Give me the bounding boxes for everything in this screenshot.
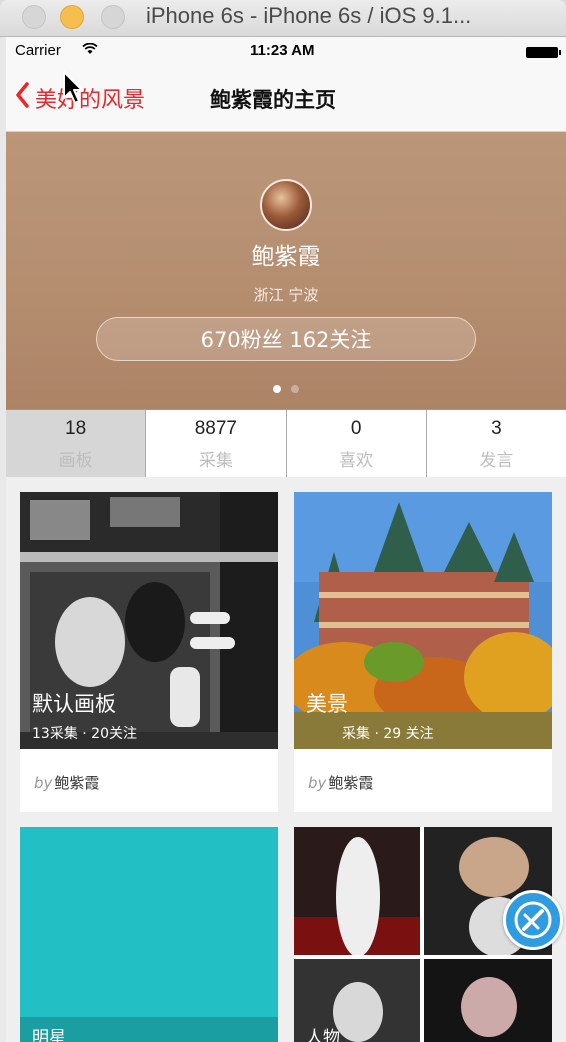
board-grid: 默认画板 13采集 · 20关注 by 鲍紫霞 美景 采集 · 29 关注 by…: [6, 477, 566, 1042]
pointer-cursor-icon: [62, 70, 86, 110]
device-screen: Carrier 11:23 AM 美好的风景 鲍紫霞的主页 鲍紫霞 浙江 宁波 …: [6, 37, 566, 1042]
page-title: 鲍紫霞的主页: [210, 88, 336, 112]
board-owner: by 鲍紫霞: [308, 772, 373, 793]
board-title: 明星: [32, 1028, 66, 1042]
follow-count-button[interactable]: 670粉丝 162关注: [96, 317, 476, 361]
stat-label: 采集: [198, 451, 233, 471]
simulator-window: iPhone 6s - iPhone 6s / iOS 9.1... Carri…: [0, 0, 566, 1042]
edit-fab-icon: [506, 901, 560, 951]
stat-value: 8877: [194, 418, 238, 439]
battery-icon: [526, 47, 561, 58]
board-owner: by 鲍紫霞: [34, 772, 99, 793]
board-stats: 采集 · 29 关注: [342, 726, 434, 742]
profile-name: 鲍紫霞: [251, 244, 321, 270]
profile-header[interactable]: 鲍紫霞 浙江 宁波 670粉丝 162关注: [6, 132, 566, 409]
board-cover-image: [20, 827, 278, 1042]
stat-likes-tab[interactable]: 0 喜欢: [285, 410, 426, 477]
stat-label: 喜欢: [339, 451, 374, 471]
by-label: by: [34, 774, 53, 792]
stats-bar: 18 画板 8877 采集 0 喜欢 3 发言: [6, 409, 566, 478]
board-stats: 13采集 · 20关注: [32, 726, 137, 742]
stat-pins-tab[interactable]: 8877 采集: [145, 410, 285, 477]
page-dot-2[interactable]: [291, 385, 299, 393]
carrier-label: Carrier: [15, 42, 61, 59]
stat-value: 18: [65, 418, 87, 439]
page-indicator[interactable]: [6, 378, 566, 397]
window-titlebar: iPhone 6s - iPhone 6s / iOS 9.1...: [0, 0, 566, 37]
board-card[interactable]: 美景 采集 · 29 关注 by 鲍紫霞: [294, 492, 552, 812]
status-bar: Carrier 11:23 AM: [6, 37, 566, 67]
zoom-window-button[interactable]: [101, 5, 125, 29]
profile-location: 浙江 宁波: [253, 286, 319, 304]
board-title: 人物: [306, 1028, 340, 1042]
minimize-window-button[interactable]: [60, 5, 84, 29]
by-label: by: [308, 774, 327, 792]
back-button-label: 美好的风景: [35, 88, 146, 113]
close-window-button[interactable]: [22, 5, 46, 29]
wifi-icon: [82, 42, 98, 58]
back-chevron-icon: [15, 82, 35, 114]
board-title: 默认画板: [32, 692, 116, 716]
status-time: 11:23 AM: [250, 42, 315, 59]
avatar[interactable]: [260, 179, 312, 231]
owner-name: 鲍紫霞: [54, 774, 100, 792]
owner-name: 鲍紫霞: [328, 774, 374, 792]
board-card[interactable]: 默认画板 13采集 · 20关注 by 鲍紫霞: [20, 492, 278, 812]
stat-value: 3: [491, 418, 502, 439]
navigation-bar: 美好的风景 鲍紫霞的主页: [6, 67, 566, 132]
stat-label: 画板: [58, 451, 93, 471]
board-title: 美景: [306, 692, 348, 716]
window-title: iPhone 6s - iPhone 6s / iOS 9.1...: [146, 3, 472, 28]
stat-posts-tab[interactable]: 3 发言: [425, 410, 566, 477]
edit-fab-button[interactable]: [503, 890, 563, 950]
stat-label: 发言: [479, 451, 514, 471]
stat-boards-tab[interactable]: 18 画板: [6, 410, 146, 477]
page-dot-1[interactable]: [273, 385, 281, 393]
stat-value: 0: [350, 418, 362, 439]
board-card[interactable]: 明星: [20, 827, 278, 1042]
